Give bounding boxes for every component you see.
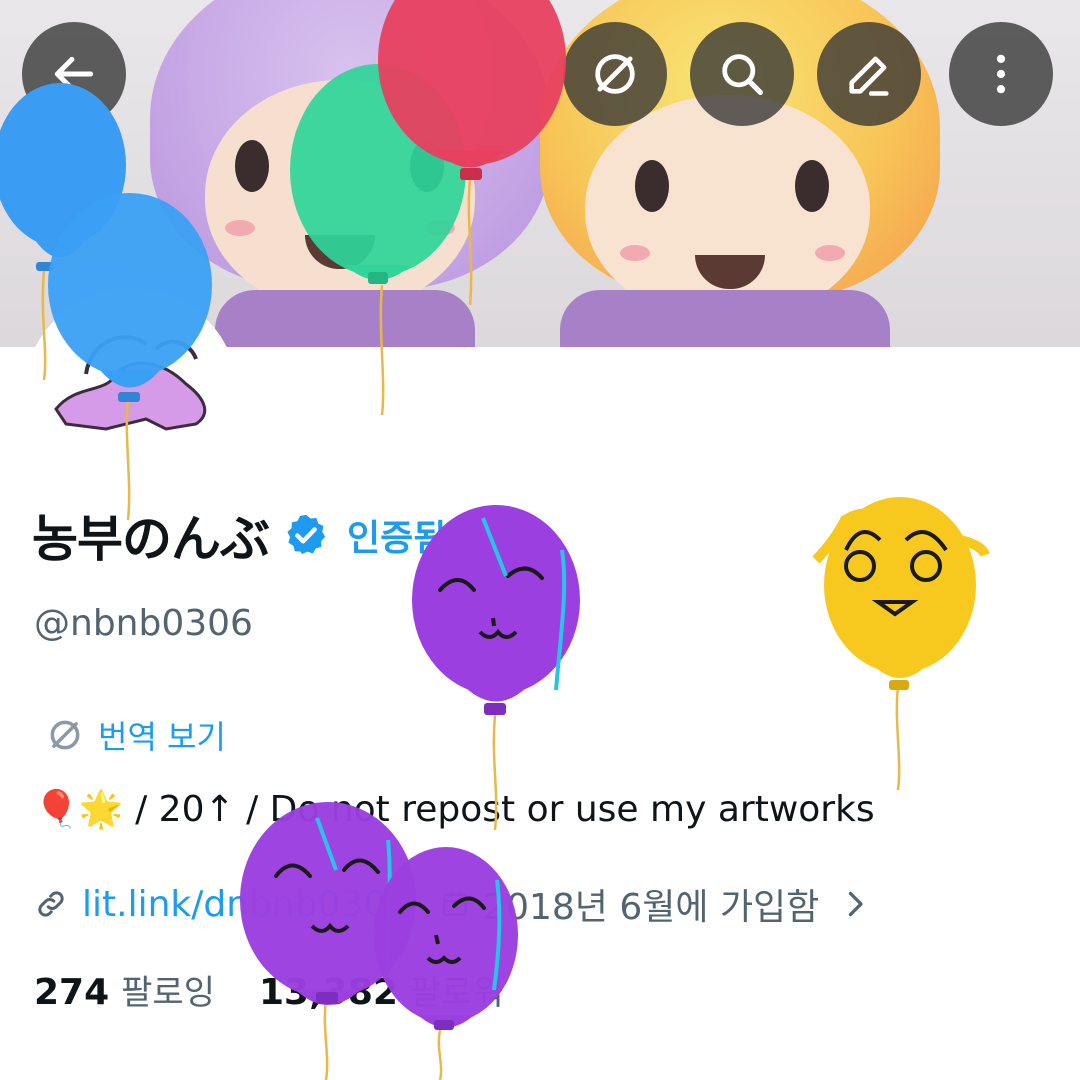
more-button[interactable]: [949, 22, 1053, 126]
join-date-text: 2018년 6월에 가입함: [483, 887, 820, 928]
following-link[interactable]: 274 팔로잉: [34, 965, 215, 1014]
plush-face-left: [205, 80, 475, 310]
name-row: 농부のんぶ 인증됨: [32, 500, 446, 570]
translate-label: 번역 보기: [98, 718, 226, 756]
translate-button[interactable]: [563, 22, 667, 126]
verified-label[interactable]: 인증됨: [347, 509, 446, 561]
plush-body-left: [215, 290, 475, 347]
translate-off-icon: [595, 54, 635, 94]
profile-bio: 🎈🌟 / 20↑ / Do not repost or use my artwo…: [34, 789, 875, 830]
user-handle: @nbnb0306: [34, 603, 253, 644]
more-vertical-icon: [996, 54, 1006, 94]
profile-link[interactable]: lit.link/dnbnb0306: [82, 884, 409, 925]
profile-meta-row: lit.link/dnbnb0306 2018년 6월에 가입함: [34, 878, 873, 930]
yellow-balloon-face: [812, 497, 990, 690]
edit-icon: [849, 56, 889, 96]
edit-button[interactable]: [817, 22, 921, 126]
search-button[interactable]: [690, 22, 794, 126]
follow-stats: 274 팔로잉 13,382 팔로워: [34, 965, 504, 1014]
back-button[interactable]: [22, 22, 126, 126]
translate-icon: [50, 720, 80, 750]
back-arrow-icon: [54, 56, 94, 92]
join-date[interactable]: 2018년 6월에 가입함: [439, 878, 873, 930]
link-icon: [38, 891, 64, 917]
chevron-right-icon: [849, 891, 863, 917]
plush-face-right: [585, 95, 870, 320]
calendar-icon: [443, 892, 468, 916]
followers-count: 13,382: [259, 972, 398, 1013]
followers-label: 팔로워: [409, 973, 504, 1013]
translate-bio-button[interactable]: 번역 보기: [46, 712, 226, 758]
avatar-image: [54, 335, 207, 431]
following-count: 274: [34, 972, 110, 1013]
search-icon: [722, 54, 764, 96]
display-name: 농부のんぶ: [32, 510, 270, 568]
profile-avatar[interactable]: [24, 288, 238, 502]
following-label: 팔로잉: [121, 973, 215, 1013]
plush-body-right: [560, 290, 890, 347]
followers-link[interactable]: 13,382 팔로워: [259, 965, 504, 1014]
verified-badge-icon[interactable]: [283, 512, 329, 558]
